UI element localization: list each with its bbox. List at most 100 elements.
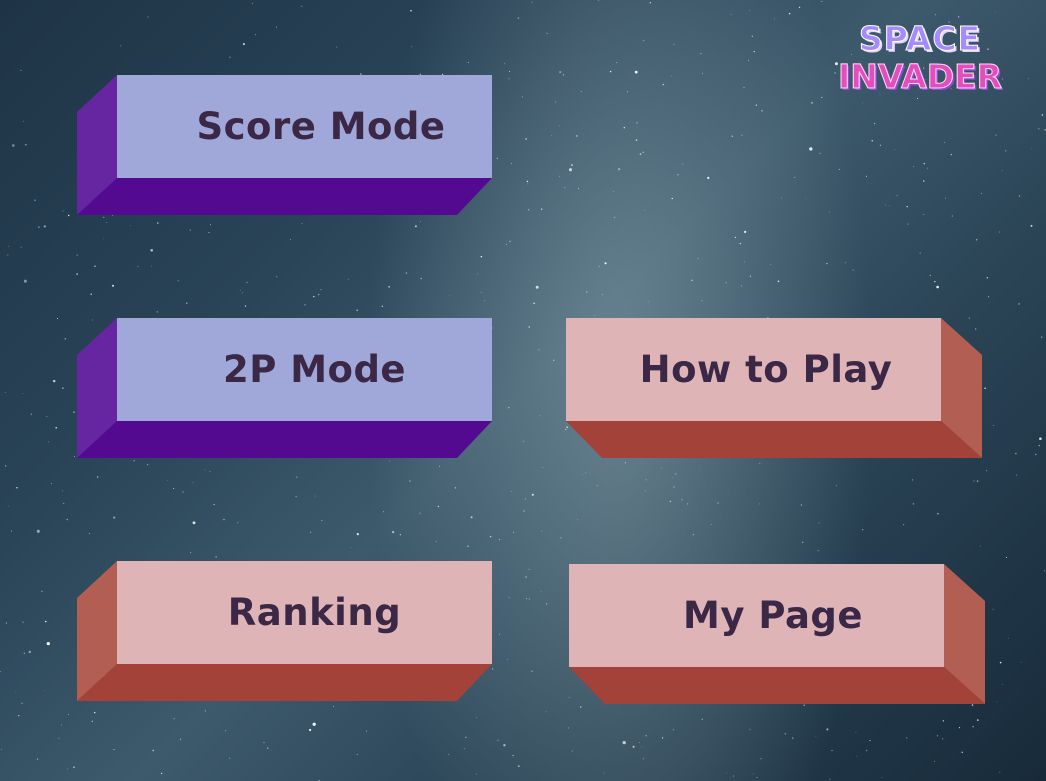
star [912,503,915,505]
star [794,176,796,178]
star [531,493,534,496]
star [173,718,175,720]
how-to-play-button[interactable]: How to Play [566,318,982,458]
star [528,326,530,328]
star [21,702,23,705]
star [157,222,159,224]
star [673,43,675,45]
star [1030,224,1033,227]
score-mode-button[interactable]: Score Mode [77,75,492,215]
star [76,254,78,256]
star [0,670,1,673]
star [749,728,751,731]
star [533,302,535,305]
star [645,479,647,481]
star [420,277,422,280]
star [308,728,312,732]
star [749,275,752,277]
star [1015,452,1017,455]
star [936,285,939,289]
star [934,280,936,283]
star [635,139,638,141]
star [437,505,440,508]
star [525,598,528,600]
star [476,773,477,775]
star [405,272,408,274]
star [541,591,542,592]
star [62,490,64,492]
star [821,0,823,2]
star [435,540,437,542]
star [94,265,96,267]
star [439,465,441,467]
star [819,152,821,154]
star [489,535,492,538]
star [503,744,506,747]
ranking-button[interactable]: Ranking [77,561,492,701]
star [894,149,896,150]
star [743,230,747,234]
star [996,701,998,703]
star [310,531,312,533]
star [945,197,947,199]
star [150,249,153,252]
star [147,16,149,18]
star [636,122,638,124]
star [23,652,25,654]
star [55,426,57,429]
star [223,518,225,521]
star [805,198,807,200]
star [513,531,515,534]
logo-title-line1: SPACE [858,19,982,58]
star [936,734,939,737]
two-player-mode-button[interactable]: 2P Mode [77,318,492,458]
star [470,516,473,519]
star [409,480,411,482]
star [44,690,46,692]
star [852,269,854,271]
star [177,279,180,282]
star [739,242,742,245]
star [531,1,533,3]
star [244,305,247,307]
star [671,75,673,77]
star [22,621,24,623]
star [616,62,618,64]
star [642,151,644,154]
star [980,192,982,194]
star [1015,474,1018,476]
star [20,246,22,248]
star [18,714,20,717]
star [803,704,805,706]
star [63,503,65,505]
my-page-button[interactable]: My Page [569,564,985,704]
star [741,134,743,136]
star [113,516,116,519]
star [192,482,194,484]
star [821,96,823,98]
star [730,13,732,16]
star [811,102,813,104]
game-logo: SPACE INVADER [830,19,1010,94]
star [542,466,544,468]
star [182,491,184,493]
star [11,530,12,532]
star [46,416,48,418]
star [642,39,645,42]
star [642,758,644,760]
star [560,537,562,539]
star [594,314,596,317]
star [829,778,831,780]
star [597,0,600,1]
star [999,231,1000,233]
star [856,755,857,757]
star [687,503,689,505]
star [701,300,703,302]
star [984,387,986,390]
star [889,205,891,207]
star [551,134,553,136]
star [156,311,158,313]
star [477,273,478,275]
star [263,742,265,744]
star [559,175,561,177]
